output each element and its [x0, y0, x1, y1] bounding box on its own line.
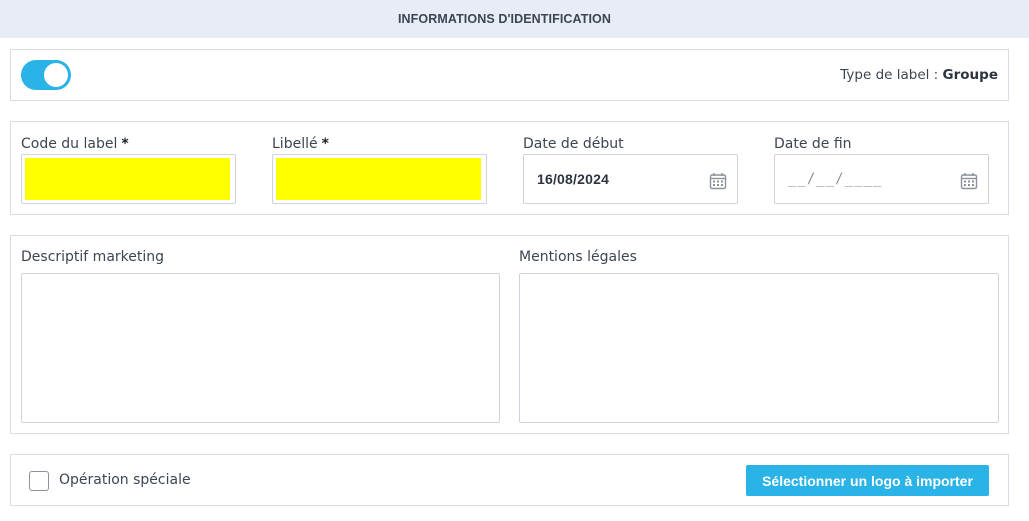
date-debut-input[interactable]: 16/08/2024	[523, 154, 738, 204]
calendar-icon[interactable]	[709, 172, 727, 190]
calendar-icon[interactable]	[960, 172, 978, 190]
select-logo-button[interactable]: Sélectionner un logo à importer	[746, 465, 989, 496]
options-panel: Opération spéciale Sélectionner un logo …	[10, 454, 1009, 506]
identification-fields-panel: Code du label * Libellé * Date de début 16…	[10, 121, 1009, 215]
label-type-prefix: Type de label :	[840, 67, 939, 83]
label-type-value: Groupe	[942, 67, 998, 83]
libelle-input-highlight	[276, 158, 481, 200]
section-header: INFORMATIONS D'IDENTIFICATION	[0, 0, 1029, 38]
section-title: INFORMATIONS D'IDENTIFICATION	[397, 12, 612, 26]
libelle-label: Libellé *	[272, 136, 329, 152]
operation-speciale-checkbox[interactable]	[29, 471, 49, 491]
date-fin-placeholder: __/__/____	[788, 171, 883, 187]
code-input-highlight	[25, 158, 230, 200]
descriptions-panel: Descriptif marketing Mentions légales	[10, 235, 1009, 434]
operation-speciale-label[interactable]: Opération spéciale	[59, 472, 191, 488]
date-debut-label: Date de début	[523, 136, 624, 152]
libelle-input[interactable]	[272, 154, 487, 204]
date-debut-value: 16/08/2024	[537, 171, 610, 187]
descriptif-label: Descriptif marketing	[21, 249, 165, 265]
mentions-label: Mentions légales	[519, 249, 637, 265]
label-type-panel: Type de label : Groupe	[10, 49, 1009, 101]
toggle-knob	[44, 63, 68, 87]
mentions-textarea[interactable]	[519, 273, 999, 423]
code-input[interactable]	[21, 154, 236, 204]
code-label: Code du label *	[21, 136, 129, 152]
descriptif-textarea[interactable]	[21, 273, 500, 423]
date-fin-label: Date de fin	[774, 136, 852, 152]
label-type: Type de label : Groupe	[840, 67, 998, 83]
label-toggle[interactable]	[21, 60, 71, 90]
date-fin-input[interactable]: __/__/____	[774, 154, 989, 204]
